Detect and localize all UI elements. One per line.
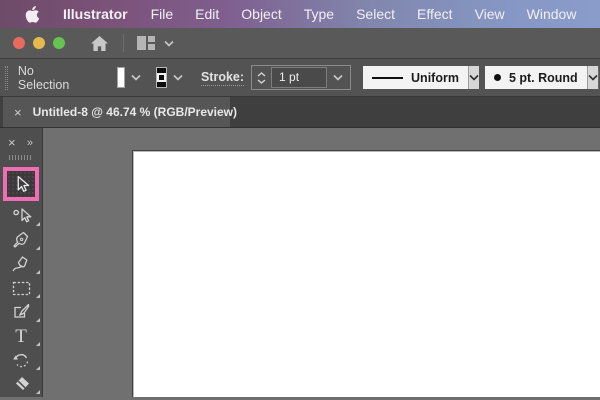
macos-menubar: Illustrator File Edit Object Type Select…: [0, 0, 600, 28]
control-panel: No Selection Stroke: 1 pt Uniform 5 pt. …: [0, 59, 600, 97]
chevron-down-icon: [164, 40, 174, 47]
curvature-tool-icon: [12, 256, 28, 272]
submenu-indicator: [35, 269, 40, 274]
direct-selection-tool-icon: [12, 208, 31, 223]
menu-item-type[interactable]: Type: [304, 6, 334, 22]
menu-item-effect[interactable]: Effect: [417, 6, 453, 22]
stepper-up-icon[interactable]: [257, 71, 266, 77]
selection-status: No Selection: [17, 63, 70, 92]
submenu-indicator: [35, 341, 40, 346]
paintbrush-tool-button[interactable]: [0, 301, 43, 324]
stroke-weight-group: 1 pt: [251, 65, 352, 90]
type-tool-icon: T: [15, 325, 27, 347]
window-titlebar: [0, 28, 600, 59]
submenu-indicator: [35, 221, 40, 226]
paintbrush-tool-icon: [14, 304, 30, 319]
panel-expand-icon[interactable]: »: [27, 137, 34, 149]
menu-item-file[interactable]: File: [151, 6, 174, 22]
menu-item-select[interactable]: Select: [356, 6, 395, 22]
menu-item-edit[interactable]: Edit: [195, 6, 219, 22]
menu-item-object[interactable]: Object: [241, 6, 281, 22]
stroke-weight-chevron[interactable]: [333, 74, 343, 81]
brush-dot-icon: [493, 74, 501, 81]
panel-drag-handle[interactable]: [5, 65, 8, 90]
width-profile-dropdown[interactable]: Uniform: [363, 66, 468, 89]
type-tool-button[interactable]: T: [0, 325, 43, 348]
direct-selection-tool-button[interactable]: [0, 205, 43, 228]
workspace-content: × » T: [0, 128, 600, 397]
titlebar-divider: [123, 34, 124, 52]
brush-definition-value: 5 pt. Round: [508, 70, 578, 85]
rotate-tool-button[interactable]: [0, 349, 43, 372]
brush-definition-dropdown[interactable]: 5 pt. Round: [484, 66, 587, 89]
traffic-light-close[interactable]: [13, 37, 25, 49]
chevron-down-icon: [333, 74, 343, 81]
traffic-light-minimize[interactable]: [33, 37, 45, 49]
tools-panel-drag-handle[interactable]: [9, 155, 33, 160]
stroke-panel-link[interactable]: Stroke:: [200, 70, 245, 86]
home-button[interactable]: [90, 35, 109, 52]
stroke-weight-field[interactable]: 1 pt: [271, 67, 328, 88]
stroke-weight-stepper[interactable]: [257, 71, 266, 84]
rotate-tool-icon: [13, 354, 29, 368]
submenu-indicator: [35, 293, 40, 298]
artboard[interactable]: [132, 150, 600, 397]
submenu-indicator: [35, 317, 40, 322]
uniform-line-icon: [372, 76, 404, 79]
fill-color-swatch[interactable]: [117, 67, 125, 88]
menu-item-window[interactable]: Window: [527, 6, 577, 22]
eraser-tool-button[interactable]: [0, 373, 43, 396]
stroke-ring: [156, 73, 166, 82]
stroke-color-chevron[interactable]: [173, 74, 183, 81]
tab-close-icon[interactable]: ×: [14, 105, 22, 120]
width-profile-chevron-button[interactable]: [467, 66, 479, 89]
workspace-layout-icon: [137, 36, 155, 50]
curvature-tool-button[interactable]: [0, 253, 43, 276]
menu-item-illustrator[interactable]: Illustrator: [63, 6, 128, 22]
chevron-down-icon: [173, 74, 183, 81]
brush-definition-chevron-button[interactable]: [586, 66, 598, 89]
document-tabbar: × Untitled-8 @ 46.74 % (RGB/Preview): [0, 97, 600, 128]
traffic-light-zoom[interactable]: [53, 37, 65, 49]
stepper-down-icon[interactable]: [257, 78, 266, 84]
document-tab[interactable]: × Untitled-8 @ 46.74 % (RGB/Preview): [3, 97, 237, 127]
eraser-tool-icon: [16, 377, 29, 391]
chevron-down-icon: [588, 74, 598, 81]
selection-tool-button[interactable]: [3, 166, 39, 201]
tools-panel: × » T: [0, 128, 43, 397]
chevron-down-icon: [469, 74, 479, 81]
tools-panel-header: × »: [0, 131, 42, 154]
panel-close-icon[interactable]: ×: [8, 135, 16, 150]
menu-item-view[interactable]: View: [475, 6, 505, 22]
workspace-switcher[interactable]: [137, 36, 174, 50]
submenu-indicator: [35, 365, 40, 370]
apple-menu[interactable]: [24, 5, 39, 23]
chevron-down-icon: [131, 74, 141, 81]
pen-tool-icon: [13, 232, 29, 248]
tab-title: Untitled-8 @ 46.74 % (RGB/Preview): [32, 105, 238, 119]
pen-tool-button[interactable]: [0, 229, 43, 252]
selection-tool-icon: [17, 175, 30, 192]
home-icon: [91, 35, 108, 51]
submenu-indicator: [35, 389, 40, 394]
width-profile-value: Uniform: [411, 70, 459, 85]
pasteboard[interactable]: [43, 128, 600, 397]
rectangle-tool-icon: [12, 281, 30, 295]
apple-icon: [25, 5, 39, 23]
fill-color-chevron[interactable]: [131, 74, 141, 81]
submenu-indicator: [35, 245, 40, 250]
stroke-color-swatch[interactable]: [155, 67, 167, 88]
rectangle-tool-button[interactable]: [0, 277, 43, 300]
